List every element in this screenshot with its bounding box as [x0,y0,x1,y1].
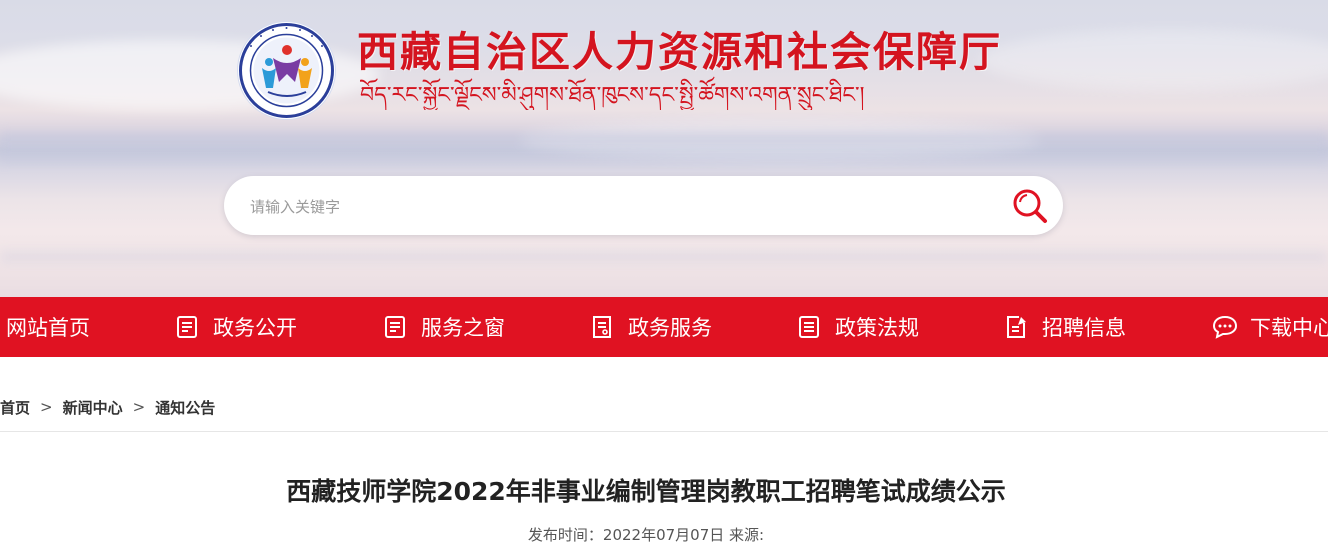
nav-item-home[interactable]: 网站首页 [6,297,90,357]
document-list-icon [383,315,407,339]
breadcrumb-news-center[interactable]: 新闻中心 [63,397,123,418]
nav-item-gov-services[interactable]: 政务服务 [590,297,712,357]
nav-item-label: 政务公开 [213,316,297,340]
nav-item-label: 网站首页 [6,316,90,340]
document-list-icon [797,315,821,339]
nav-item-label: 服务之窗 [421,316,505,340]
document-list-icon [175,315,199,339]
search-icon[interactable] [1009,185,1051,227]
site-title-tibetan: བོད་རང་སྐྱོང་ལྗོངས་མི་ཤུགས་ཐོན་ཁུངས་དང་ས… [360,83,865,108]
breadcrumb: 首页 > 新闻中心 > 通知公告 [0,396,215,418]
edit-note-icon [1004,315,1028,339]
form-icon [590,315,614,339]
nav-item-label: 下载中心 [1250,316,1328,340]
article-meta: 发布时间：2022年07月07日 来源: [527,526,765,544]
breadcrumb-notices[interactable]: 通知公告 [155,397,215,418]
hrss-emblem-icon[interactable] [238,22,335,119]
site-title: 西藏自治区人力资源和社会保障厅 [357,28,1002,76]
main-nav: 网站首页 政务公开 服务之窗 政务服务 政策法规 招聘信息 下载中心 [0,297,1328,357]
nav-item-service-window[interactable]: 服务之窗 [383,297,505,357]
nav-item-download-center[interactable]: 下载中心 [1212,297,1328,357]
divider [0,431,1328,432]
nav-item-label: 政策法规 [835,316,919,340]
header-banner: 西藏自治区人力资源和社会保障厅 བོད་རང་སྐྱོང་ལྗོངས་མི་ཤུ… [0,0,1328,297]
search-box [224,176,1063,235]
nav-item-label: 政务服务 [628,316,712,340]
search-input[interactable] [248,190,1012,224]
breadcrumb-home[interactable]: 首页 [0,397,30,418]
nav-item-label: 招聘信息 [1042,316,1126,340]
breadcrumb-separator: > [40,398,53,416]
nav-item-recruitment[interactable]: 招聘信息 [1004,297,1126,357]
breadcrumb-separator: > [132,398,146,416]
nav-item-gov-affairs-open[interactable]: 政务公开 [175,297,297,357]
nav-item-policies[interactable]: 政策法规 [797,297,919,357]
chat-bubble-icon [1212,315,1238,339]
article-title: 西藏技师学院2022年非事业编制管理岗教职工招聘笔试成绩公示 [286,477,1006,506]
